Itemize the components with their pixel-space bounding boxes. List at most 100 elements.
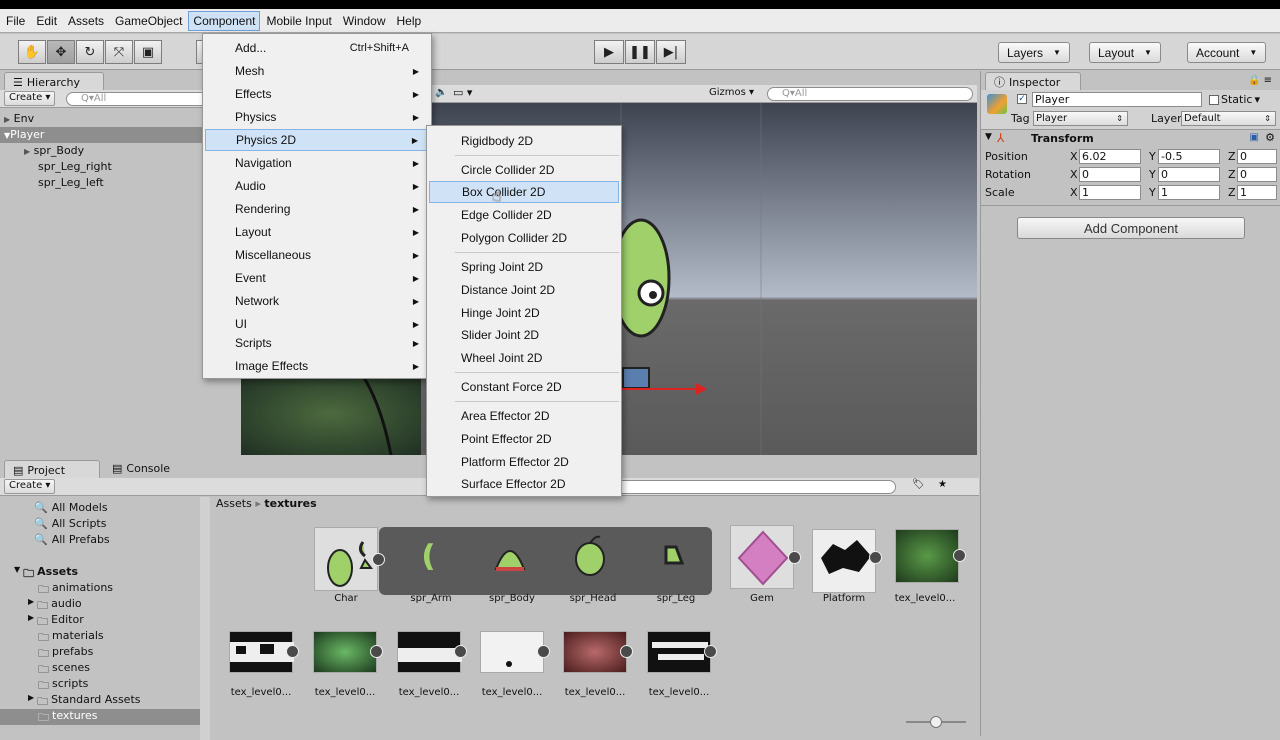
menu-gameobject[interactable]: GameObject bbox=[110, 11, 187, 31]
position-y-field[interactable]: -0.5 bbox=[1158, 149, 1220, 164]
scale-y-field[interactable]: 1 bbox=[1158, 185, 1220, 200]
move-tool-button[interactable]: ✥ bbox=[47, 40, 75, 64]
play-button[interactable]: ▶ bbox=[594, 40, 624, 64]
menu-item-image-effects[interactable]: Image Effects ▶ bbox=[205, 355, 429, 377]
menu-item-physics[interactable]: Physics ▶ bbox=[205, 106, 429, 128]
menu-item-platform-effector-2d[interactable]: Platform Effector 2D bbox=[429, 451, 619, 473]
tag-dropdown[interactable]: Player ⇕ bbox=[1033, 111, 1128, 126]
expand-sprite-icon[interactable] bbox=[788, 551, 801, 564]
rotation-y-field[interactable]: 0 bbox=[1158, 167, 1220, 182]
layout-dropdown[interactable]: Layout ▼ bbox=[1089, 42, 1161, 63]
menu-item-add[interactable]: Add... Ctrl+Shift+A bbox=[205, 37, 429, 59]
menu-item-edge-collider-2d[interactable]: Edge Collider 2D bbox=[429, 204, 619, 226]
expand-sprite-icon[interactable] bbox=[372, 553, 385, 566]
rotation-z-field[interactable]: 0 bbox=[1237, 167, 1277, 182]
expand-sprite-icon[interactable] bbox=[286, 645, 299, 658]
leg-sprite-icon[interactable] bbox=[662, 545, 686, 569]
image-effects-icon[interactable]: ▭ ▾ bbox=[453, 86, 472, 99]
menu-file[interactable]: File bbox=[1, 11, 30, 31]
static-toggle[interactable]: Static ▾ bbox=[1209, 93, 1260, 106]
head-sprite-icon[interactable] bbox=[570, 533, 610, 577]
hierarchy-create-button[interactable]: Create ▾ bbox=[4, 91, 56, 106]
tex-level-thumbnail[interactable] bbox=[313, 631, 377, 673]
menu-item-circle-collider-2d[interactable]: Circle Collider 2D bbox=[429, 159, 619, 181]
menu-component[interactable]: Component bbox=[188, 10, 261, 31]
menu-edit[interactable]: Edit bbox=[31, 11, 62, 31]
menu-item-effects[interactable]: Effects ▶ bbox=[205, 83, 429, 105]
layer-dropdown[interactable]: Default ⇕ bbox=[1181, 111, 1276, 126]
expand-sprite-icon[interactable] bbox=[454, 645, 467, 658]
menu-item-mesh[interactable]: Mesh ▶ bbox=[205, 60, 429, 82]
tex-level-thumbnail[interactable] bbox=[563, 631, 627, 673]
menu-item-audio[interactable]: Audio ▶ bbox=[205, 175, 429, 197]
menu-item-navigation[interactable]: Navigation ▶ bbox=[205, 152, 429, 174]
tab-hierarchy[interactable]: ☰ Hierarchy bbox=[4, 72, 104, 91]
asset-thumbnail[interactable] bbox=[314, 527, 378, 591]
menu-item-scripts[interactable]: Scripts ▶ bbox=[205, 332, 429, 354]
audio-icon[interactable]: 🔈 bbox=[435, 87, 447, 98]
tex-level-thumbnail[interactable] bbox=[895, 529, 959, 583]
favorite-all-models[interactable]: 🔍 All Models bbox=[34, 501, 108, 514]
slider-handle[interactable] bbox=[930, 716, 942, 728]
expand-sprite-icon[interactable] bbox=[370, 645, 383, 658]
layers-dropdown[interactable]: Layers ▼ bbox=[998, 42, 1070, 63]
menu-item-area-effector-2d[interactable]: Area Effector 2D bbox=[429, 405, 619, 427]
step-button[interactable]: ▶| bbox=[656, 40, 686, 64]
folder-tree-scrollbar[interactable] bbox=[200, 497, 210, 740]
menu-help[interactable]: Help bbox=[392, 11, 427, 31]
rect-tool-button[interactable]: ▣ bbox=[134, 40, 162, 64]
active-checkbox[interactable]: ✓ bbox=[1017, 94, 1027, 104]
gear-icon[interactable]: ⚙ bbox=[1265, 131, 1275, 144]
hierarchy-item-spr-leg-right[interactable]: spr_Leg_right bbox=[38, 159, 112, 175]
tex-level-thumbnail[interactable] bbox=[229, 631, 294, 673]
menu-item-spring-joint-2d[interactable]: Spring Joint 2D bbox=[429, 256, 619, 278]
menu-item-wheel-joint-2d[interactable]: Wheel Joint 2D bbox=[429, 347, 619, 369]
scale-x-field[interactable]: 1 bbox=[1079, 185, 1141, 200]
tab-console[interactable]: ▤ Console bbox=[112, 462, 170, 475]
filter-by-type-icon[interactable]: 🏷 bbox=[912, 479, 925, 490]
menu-item-rendering[interactable]: Rendering ▶ bbox=[205, 198, 429, 220]
menu-item-rigidbody-2d[interactable]: Rigidbody 2D bbox=[429, 130, 619, 152]
tex-level-thumbnail[interactable] bbox=[647, 631, 711, 673]
tex-level-thumbnail[interactable] bbox=[397, 631, 462, 673]
breadcrumb-assets[interactable]: Assets bbox=[216, 497, 252, 510]
scale-z-field[interactable]: 1 bbox=[1237, 185, 1277, 200]
platform-thumbnail[interactable] bbox=[812, 529, 876, 593]
folder-textures[interactable]: 🗀 textures bbox=[0, 709, 200, 725]
rotate-tool-button[interactable]: ↻ bbox=[76, 40, 104, 64]
expand-sprite-icon[interactable] bbox=[869, 551, 882, 564]
arm-sprite-icon[interactable]: ❪ bbox=[416, 539, 441, 574]
favorite-all-prefabs[interactable]: 🔍 All Prefabs bbox=[34, 533, 110, 546]
static-checkbox[interactable] bbox=[1209, 94, 1219, 105]
add-component-button[interactable]: Add Component bbox=[1017, 217, 1245, 239]
account-dropdown[interactable]: Account ▼ bbox=[1187, 42, 1267, 63]
menu-item-slider-joint-2d[interactable]: Slider Joint 2D bbox=[429, 324, 619, 346]
menu-item-surface-effector-2d[interactable]: Surface Effector 2D bbox=[429, 473, 619, 495]
menu-item-event[interactable]: Event ▶ bbox=[205, 267, 429, 289]
menu-item-point-effector-2d[interactable]: Point Effector 2D bbox=[429, 428, 619, 450]
breadcrumb-textures[interactable]: textures bbox=[264, 497, 316, 510]
gizmos-dropdown[interactable]: Gizmos ▾ bbox=[709, 87, 754, 98]
rotation-x-field[interactable]: 0 bbox=[1079, 167, 1141, 182]
hand-tool-button[interactable]: ✋ bbox=[18, 40, 46, 64]
expand-sprite-icon[interactable] bbox=[620, 645, 633, 658]
position-x-field[interactable]: 6.02 bbox=[1079, 149, 1141, 164]
gem-thumbnail[interactable] bbox=[730, 525, 794, 589]
menu-item-polygon-collider-2d[interactable]: Polygon Collider 2D bbox=[429, 227, 619, 249]
hierarchy-item-spr-body[interactable]: ▶ spr_Body bbox=[24, 143, 84, 159]
hierarchy-item-spr-leg-left[interactable]: spr_Leg_left bbox=[38, 175, 104, 191]
expand-sprite-icon[interactable] bbox=[953, 549, 966, 562]
body-sprite-icon[interactable] bbox=[492, 539, 528, 575]
menu-window[interactable]: Window bbox=[338, 11, 391, 31]
expand-sprite-icon[interactable] bbox=[704, 645, 717, 658]
tab-project[interactable]: ▤ Project bbox=[4, 460, 100, 479]
scene-search-input[interactable]: Q▾All bbox=[767, 87, 973, 101]
menu-assets[interactable]: Assets bbox=[63, 11, 109, 31]
menu-item-hinge-joint-2d[interactable]: Hinge Joint 2D bbox=[429, 302, 619, 324]
favorite-star-icon[interactable]: ★ bbox=[938, 479, 947, 490]
menu-mobile-input[interactable]: Mobile Input bbox=[261, 11, 336, 31]
menu-item-miscellaneous[interactable]: Miscellaneous ▶ bbox=[205, 244, 429, 266]
lock-icon[interactable]: 🔒 ≡ bbox=[1248, 75, 1272, 86]
menu-item-box-collider-2d[interactable]: Box Collider 2D bbox=[429, 181, 619, 203]
position-z-field[interactable]: 0 bbox=[1237, 149, 1277, 164]
